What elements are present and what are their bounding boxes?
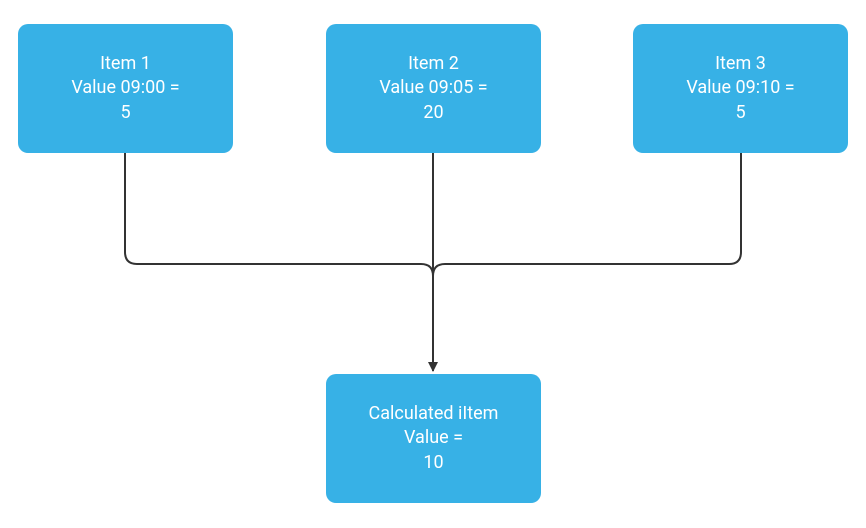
node-result: Calculated iItem Value = 10	[326, 374, 541, 503]
node-line: 20	[423, 101, 443, 125]
node-line: 10	[423, 451, 443, 475]
connector-item1	[125, 153, 433, 276]
node-line: Value 09:00 =	[71, 76, 179, 100]
node-item2: Item 2 Value 09:05 = 20	[326, 24, 541, 153]
node-line: 5	[735, 101, 745, 125]
node-line: Calculated iItem	[369, 402, 499, 426]
node-line: Item 3	[715, 52, 766, 76]
node-line: Item 2	[408, 52, 459, 76]
node-item3: Item 3 Value 09:10 = 5	[633, 24, 848, 153]
node-line: 5	[120, 101, 130, 125]
connector-item3	[433, 153, 741, 276]
node-line: Value =	[404, 426, 463, 450]
node-line: Value 09:05 =	[379, 76, 487, 100]
node-item1: Item 1 Value 09:00 = 5	[18, 24, 233, 153]
node-line: Item 1	[100, 52, 151, 76]
node-line: Value 09:10 =	[686, 76, 794, 100]
